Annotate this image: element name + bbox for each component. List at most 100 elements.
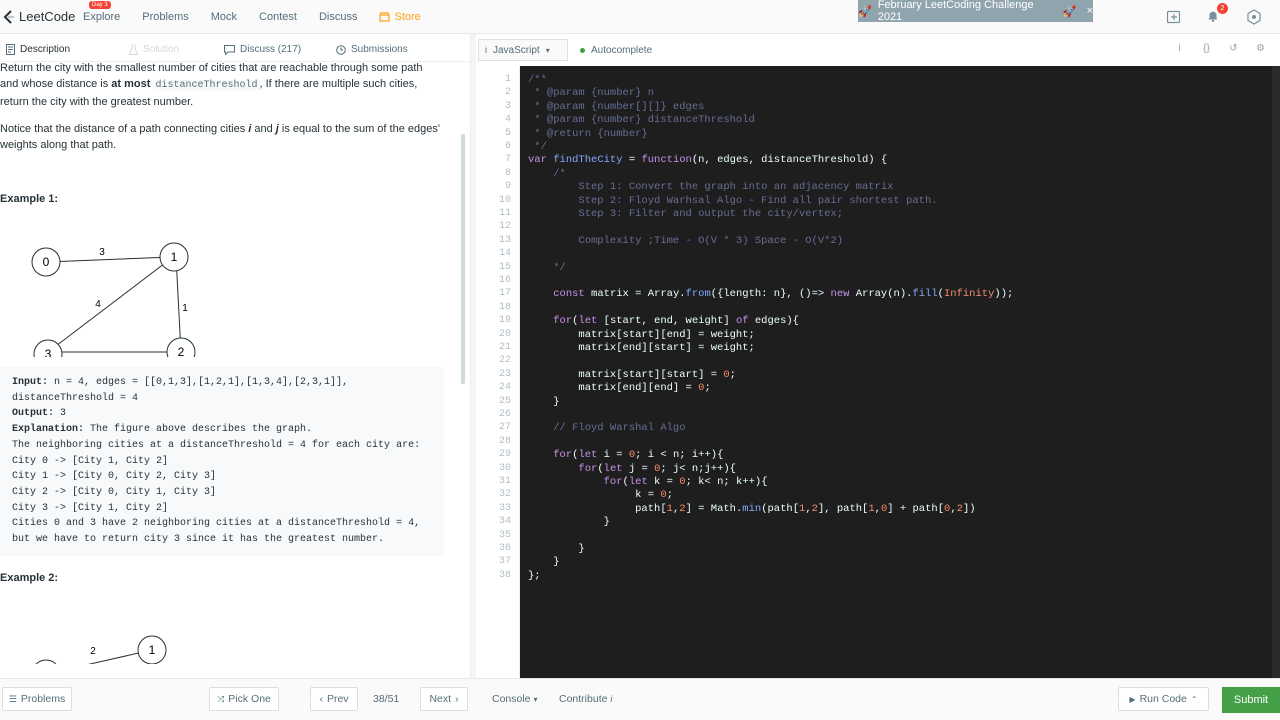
settings-icon[interactable]: ⚙ [1255, 43, 1266, 55]
graph-node-label: 1 [149, 643, 156, 657]
problems-button[interactable]: ☰ Problems [2, 687, 72, 711]
info-icon: i [610, 694, 613, 704]
tab-submissions-label: Submissions [351, 44, 408, 55]
line-number: 6 [504, 141, 511, 152]
nav-discuss[interactable]: Discuss [319, 11, 358, 23]
code-line: path[1,2] = Math.min(path[1,2], path[1,0… [528, 502, 976, 515]
panel-splitter[interactable] [470, 34, 476, 678]
store-icon [379, 11, 391, 22]
close-icon[interactable]: × [1087, 5, 1093, 17]
nav-explore[interactable]: Explore Day 3 [83, 0, 120, 23]
pick-one-button[interactable]: ⤨ Pick One [209, 687, 279, 711]
editor-scrollbar[interactable] [1272, 66, 1280, 678]
line-number: 15 [498, 261, 511, 273]
logo-text: LeetCode [19, 9, 76, 24]
line-number: 26 [498, 409, 511, 420]
braces-icon[interactable]: {} [1201, 43, 1212, 55]
add-to-list-icon[interactable] [1166, 9, 1182, 25]
description-paragraph-1: Return the city with the smallest number… [0, 62, 462, 110]
line-number: 34 [498, 516, 511, 528]
reset-icon[interactable]: ↺ [1228, 43, 1239, 55]
graph-node-label: 2 [178, 345, 185, 357]
tab-description-label: Description [20, 44, 71, 55]
line-number: 24 [498, 382, 511, 394]
line-number: 37 [498, 556, 511, 568]
code-line: for(let k = 0; k< n; k++){ [603, 476, 768, 488]
output-label: Output: [12, 408, 55, 420]
nav-problems[interactable]: Problems [142, 11, 188, 23]
nav-mock[interactable]: Mock [211, 11, 237, 23]
line-number: 8 [504, 167, 511, 179]
prev-button[interactable]: ‹ Prev [310, 687, 358, 711]
code-line: matrix[start][end] = weight; [528, 328, 755, 341]
console-button[interactable]: Console ▾ [492, 693, 537, 705]
run-code-label: Run Code [1139, 693, 1187, 705]
discuss-icon [224, 44, 235, 55]
notification-count: 2 [1217, 3, 1228, 14]
tab-solution[interactable]: Solution [129, 44, 224, 55]
tab-description[interactable]: Description [6, 44, 111, 55]
nav-store[interactable]: Store [379, 11, 421, 23]
code-line: for(let [start, end, weight] of edges){ [553, 315, 799, 328]
code-line: } [528, 543, 585, 555]
code-line: } [528, 516, 610, 529]
problems-label: Problems [20, 693, 66, 705]
line-number: 1 [504, 74, 511, 85]
code-line: matrix[end][end] = 0; [528, 382, 711, 395]
tab-discuss[interactable]: Discuss (217) [224, 44, 336, 55]
code-editor[interactable]: /** * @param {number} n * @param {number… [520, 66, 1280, 678]
line-number: 23 [498, 368, 511, 380]
graph-node-label: 1 [171, 250, 178, 264]
example-2-graph: 1 2 [35, 635, 167, 664]
graph-node-label: 0 [43, 255, 50, 269]
line-number: 27 [498, 422, 511, 434]
line-number: 19 [498, 315, 511, 327]
tab-discuss-label: Discuss (217) [240, 44, 302, 55]
problem-tabs: Description Solution Discuss (217) Submi… [0, 38, 470, 62]
output-value: 3 [54, 408, 67, 420]
chevron-left-icon: ‹ [319, 693, 323, 705]
line-number: 38 [498, 569, 511, 581]
code-line: * @return {number} [528, 127, 648, 140]
code-line: Complexity ;Time - O(V * 3) Space - O(V*… [528, 234, 844, 247]
graph-edge-label: 1 [182, 303, 188, 314]
code-line: */ [528, 261, 566, 274]
avatar-icon[interactable] [1246, 9, 1262, 25]
rocket-icon: 🚀 [1062, 5, 1077, 18]
autocomplete-toggle[interactable]: Autocomplete [580, 45, 652, 56]
code-line: } [528, 556, 560, 569]
line-number: 28 [498, 435, 511, 447]
line-number: 16 [498, 275, 511, 286]
language-select[interactable]: i JavaScript ▾ [478, 39, 568, 61]
description-scrollbar[interactable] [461, 134, 465, 384]
chevron-down-icon: ▾ [545, 45, 550, 55]
example-1-box: Input: n = 4, edges = [[0,1,3],[1,2,1],[… [0, 367, 444, 556]
editor-toolbar: i JavaScript ▾ Autocomplete i {} ↺ ⚙ [478, 38, 1280, 62]
nav-contest[interactable]: Contest [259, 11, 297, 23]
explanation-line: The neighboring cities at a distanceThre… [12, 439, 421, 451]
line-number: 5 [504, 127, 511, 139]
code-line: * @param {number[][]} edges [528, 100, 705, 113]
line-number: 22 [498, 355, 511, 367]
document-icon [6, 44, 15, 55]
example-1-graph: 0 1 2 3 3 1 4 1 [31, 242, 196, 357]
input-label: Input: [12, 377, 49, 388]
status-dot-icon [580, 47, 585, 53]
next-button[interactable]: Next › [420, 687, 468, 711]
code-line: for(let i = 0; i < n; i++){ [553, 449, 724, 462]
line-number-gutter: 1 2 3 4 5 6 7 8 9 10 11 12 13 14 15 16 17 18 19 20 21 22 23 24 2… [478, 66, 520, 678]
leetcode-logo[interactable]: LeetCode [2, 9, 84, 25]
description-paragraph-2: Notice that the distance of a path conne… [0, 121, 462, 153]
code-line: const matrix = Array.from({length: n}, (… [553, 288, 1014, 301]
contribute-button[interactable]: Contribute i [559, 693, 612, 705]
notification-bell[interactable]: 2 [1206, 3, 1228, 25]
run-code-button[interactable]: ▶ Run Code ⌃ [1118, 687, 1209, 711]
challenge-banner[interactable]: 🚀 February LeetCoding Challenge 2021 🚀 × [858, 0, 1093, 23]
problem-description: Return the city with the smallest number… [0, 62, 462, 678]
submit-button[interactable]: Submit [1222, 687, 1280, 713]
tab-submissions[interactable]: Submissions [336, 44, 408, 55]
info-icon[interactable]: i [1174, 43, 1185, 55]
line-number: 13 [498, 234, 511, 246]
autocomplete-label: Autocomplete [591, 44, 653, 56]
line-number: 18 [498, 301, 511, 313]
